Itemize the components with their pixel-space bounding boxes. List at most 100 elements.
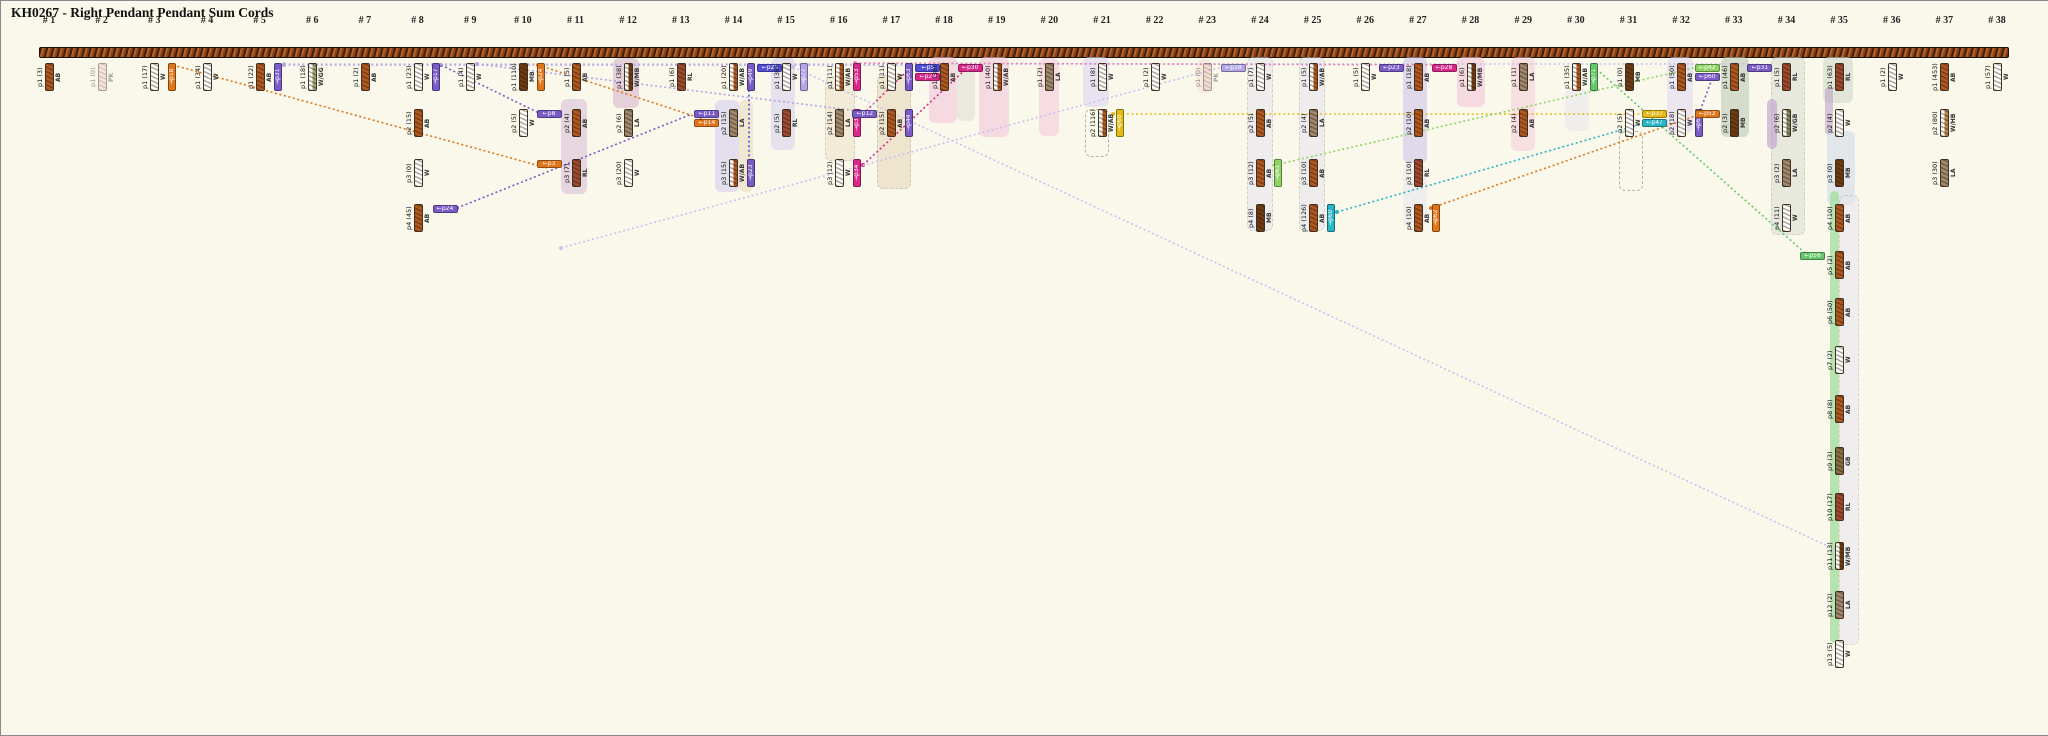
knot-band[interactable]	[729, 109, 738, 137]
knot-band[interactable]	[1782, 204, 1791, 232]
sum-source-band[interactable]: →p77	[800, 63, 808, 91]
sum-arrow-tag[interactable]: ←p23	[1379, 64, 1404, 72]
knot-band[interactable]	[1309, 63, 1318, 91]
sum-source-band[interactable]: →p71	[1590, 63, 1598, 91]
knot-band[interactable]	[519, 109, 528, 137]
knot-band[interactable]	[1782, 109, 1791, 137]
knot-band[interactable]	[1782, 159, 1791, 187]
knot-band[interactable]	[1835, 159, 1844, 187]
sum-arrow-tag[interactable]: ←p31	[1747, 64, 1772, 72]
sum-source-band[interactable]: →p49	[747, 63, 755, 91]
knot-band[interactable]	[835, 63, 844, 91]
sum-arrow-tag[interactable]: ←p8	[537, 110, 562, 118]
knot-band[interactable]	[1940, 159, 1949, 187]
knot-band[interactable]	[1888, 63, 1897, 91]
knot-band[interactable]	[940, 63, 949, 91]
knot-band[interactable]	[414, 63, 423, 91]
knot-band[interactable]	[256, 63, 265, 91]
sum-source-band[interactable]: →p18	[168, 63, 176, 91]
knot-band[interactable]	[1835, 63, 1844, 91]
knot-band[interactable]	[414, 109, 423, 137]
sum-source-band[interactable]: →p60	[1327, 204, 1335, 232]
knot-band[interactable]	[1256, 204, 1265, 232]
knot-band[interactable]	[1940, 109, 1949, 137]
knot-band[interactable]	[1625, 109, 1634, 137]
sum-arrow-tag[interactable]: ←p30	[958, 64, 983, 72]
knot-band[interactable]	[1467, 63, 1476, 91]
knot-band[interactable]	[887, 63, 896, 91]
knot-band[interactable]	[835, 159, 844, 187]
knot-band[interactable]	[1730, 109, 1739, 137]
knot-band[interactable]	[782, 63, 791, 91]
knot-band[interactable]	[1677, 63, 1686, 91]
sum-arrow-tag[interactable]: ←p60	[1695, 73, 1720, 81]
knot-band[interactable]	[1993, 63, 2002, 91]
knot-band[interactable]	[1414, 109, 1423, 137]
sum-arrow-tag[interactable]: ←p12	[852, 110, 877, 118]
knot-band[interactable]	[1625, 63, 1634, 91]
knot-band[interactable]	[203, 63, 212, 91]
sum-source-band[interactable]: →p62	[1432, 204, 1440, 232]
knot-band[interactable]	[1835, 542, 1844, 570]
sum-arrow-tag[interactable]: ←p52	[1695, 110, 1720, 118]
knot-band[interactable]	[1098, 109, 1107, 137]
sum-arrow-tag[interactable]: ←p42	[1695, 64, 1720, 72]
sum-arrow-tag[interactable]: ←p3	[537, 160, 562, 168]
knot-band[interactable]	[1098, 63, 1107, 91]
knot-band[interactable]	[45, 63, 54, 91]
sum-arrow-tag[interactable]: ←p28	[1432, 64, 1457, 72]
knot-band[interactable]	[1677, 109, 1686, 137]
knot-band[interactable]	[624, 109, 633, 137]
knot-band[interactable]	[1835, 109, 1844, 137]
knot-band[interactable]	[1309, 159, 1318, 187]
knot-band[interactable]	[782, 109, 791, 137]
knot-band[interactable]	[729, 63, 738, 91]
knot-band[interactable]	[1835, 251, 1844, 279]
knot-band[interactable]	[887, 109, 896, 137]
knot-band[interactable]	[1572, 63, 1581, 91]
sum-source-band[interactable]: →p17	[432, 63, 440, 91]
knot-band[interactable]	[624, 63, 633, 91]
knot-band[interactable]	[572, 109, 581, 137]
sum-source-band[interactable]: →p34	[853, 159, 861, 187]
knot-band[interactable]	[572, 159, 581, 187]
knot-band[interactable]	[1782, 63, 1791, 91]
sum-arrow-tag[interactable]: ←p24	[433, 205, 458, 213]
knot-band[interactable]	[1414, 204, 1423, 232]
knot-band[interactable]	[1835, 640, 1844, 668]
knot-band[interactable]	[1940, 63, 1949, 91]
knot-band[interactable]	[1256, 63, 1265, 91]
sum-source-band[interactable]: →p44	[905, 109, 913, 137]
knot-band[interactable]	[624, 159, 633, 187]
sum-arrow-tag[interactable]: ←p14	[694, 119, 719, 127]
knot-band[interactable]	[1203, 63, 1212, 91]
knot-band[interactable]	[1414, 63, 1423, 91]
knot-band[interactable]	[1309, 204, 1318, 232]
knot-band[interactable]	[835, 109, 844, 137]
knot-band[interactable]	[466, 63, 475, 91]
knot-band[interactable]	[150, 63, 159, 91]
knot-band[interactable]	[1519, 63, 1528, 91]
knot-band[interactable]	[677, 63, 686, 91]
knot-band[interactable]	[1835, 298, 1844, 326]
sum-arrow-tag[interactable]: ←p37	[1642, 110, 1667, 118]
knot-band[interactable]	[1309, 109, 1318, 137]
knot-band[interactable]	[1414, 159, 1423, 187]
knot-band[interactable]	[572, 63, 581, 91]
knot-band[interactable]	[414, 204, 423, 232]
knot-band[interactable]	[1256, 159, 1265, 187]
knot-band[interactable]	[361, 63, 370, 91]
knot-band[interactable]	[1519, 109, 1528, 137]
sum-arrow-tag[interactable]: ←p11	[694, 110, 719, 118]
sum-source-band[interactable]: →p53	[853, 63, 861, 91]
knot-band[interactable]	[519, 63, 528, 91]
sum-source-band[interactable]: →p31	[274, 63, 282, 91]
sum-arrow-tag[interactable]: ←p56	[1800, 252, 1825, 260]
knot-band[interactable]	[729, 159, 738, 187]
knot-band[interactable]	[308, 63, 317, 91]
knot-band[interactable]	[414, 159, 423, 187]
knot-band[interactable]	[1835, 346, 1844, 374]
knot-band[interactable]	[1151, 63, 1160, 91]
knot-band[interactable]	[1835, 591, 1844, 619]
knot-band[interactable]	[98, 63, 107, 91]
